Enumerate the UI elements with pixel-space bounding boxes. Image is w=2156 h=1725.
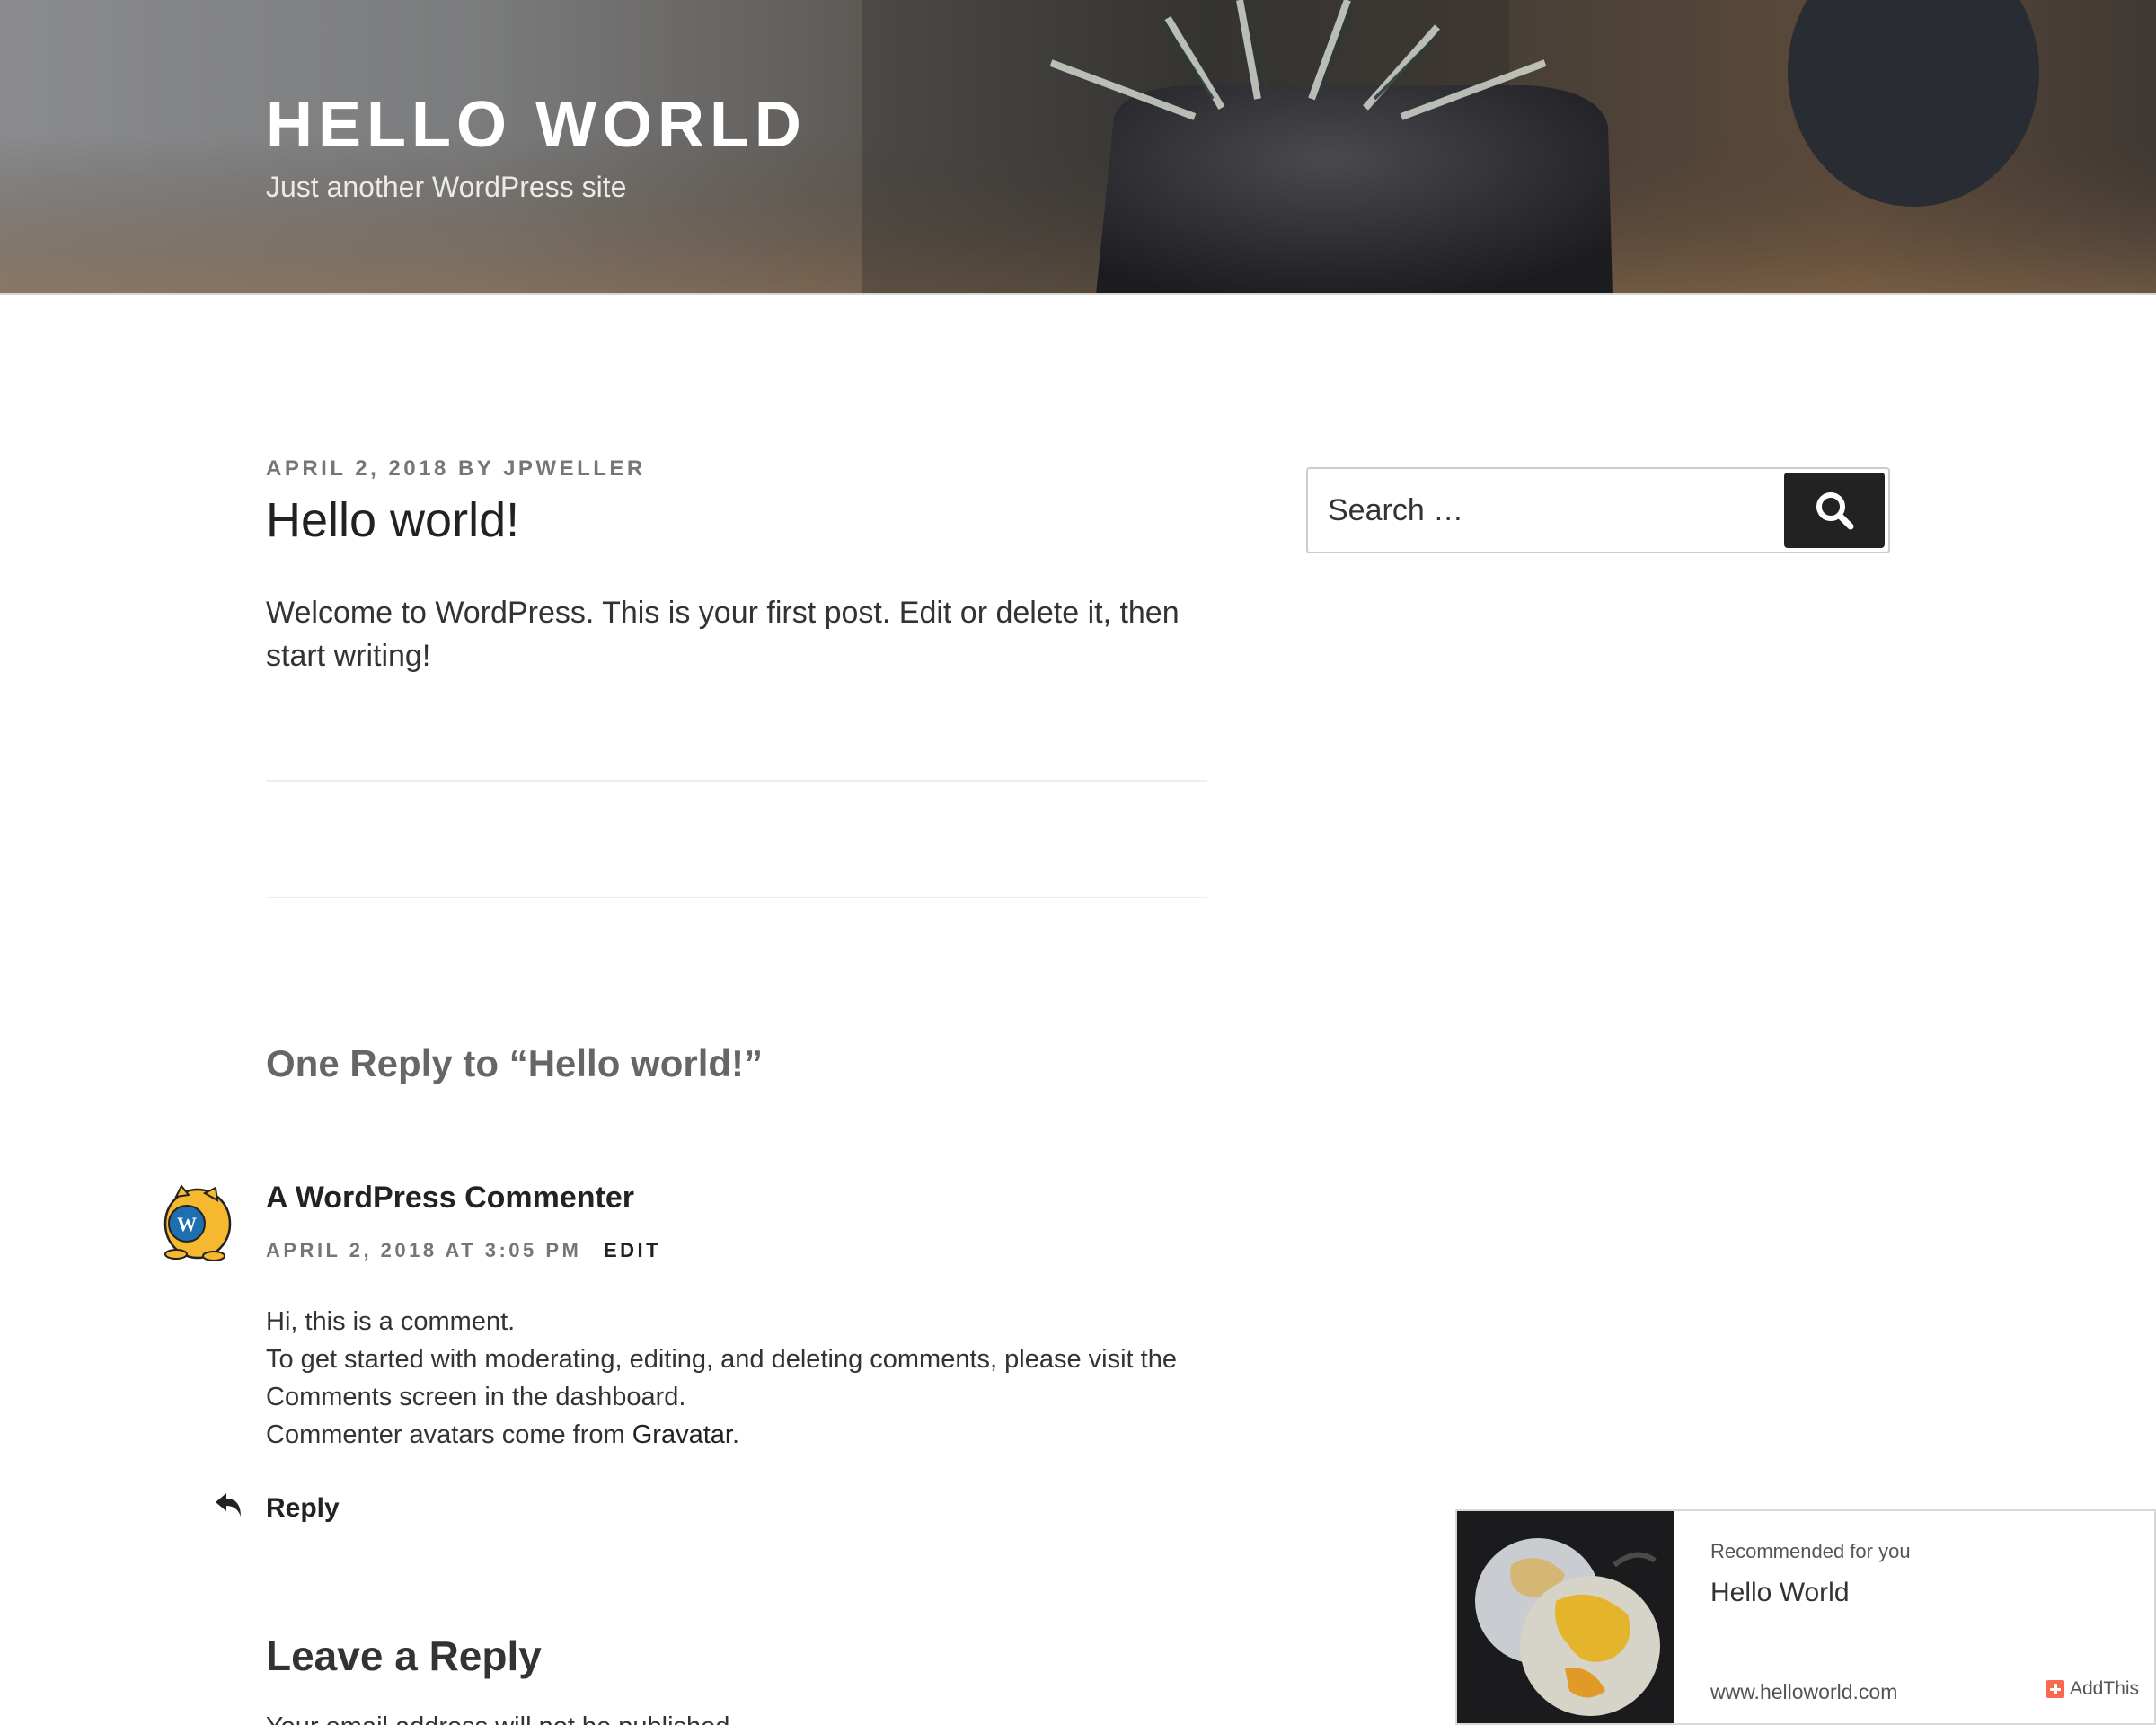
comment-notes: Your email address will not be published… bbox=[266, 1712, 737, 1725]
recommendation-url: www.helloworld.com bbox=[1710, 1680, 1898, 1703]
comment-line: Hi, this is a comment. bbox=[266, 1307, 516, 1336]
search-button[interactable] bbox=[1784, 473, 1885, 548]
globe-thumbnail bbox=[1457, 1511, 1674, 1723]
post-content: Welcome to WordPress. This is your first… bbox=[266, 596, 1180, 673]
site-description: Just another WordPress site bbox=[266, 171, 627, 203]
entry-meta: APRIL 2, 2018 BY JPWELLER bbox=[266, 456, 646, 482]
comment-body: Hi, this is a comment. To get started wi… bbox=[266, 1303, 1218, 1454]
addthis-plus-icon bbox=[2046, 1680, 2064, 1698]
comment-date[interactable]: APRIL 2, 2018 AT 3:05 PM bbox=[266, 1239, 581, 1262]
reply-arrow-icon[interactable] bbox=[214, 1491, 244, 1518]
recommendation-label: Recommended for you bbox=[1710, 1540, 1911, 1562]
post-by: BY bbox=[457, 456, 494, 481]
site-title[interactable]: HELLO WORLD bbox=[266, 88, 807, 162]
recommendation-card[interactable]: Recommended for you Hello World www.hell… bbox=[1455, 1509, 2156, 1725]
site-header: HELLO WORLD Just another WordPress site bbox=[0, 0, 2156, 295]
reply-link[interactable]: Reply bbox=[266, 1493, 340, 1524]
comment-line-end: . bbox=[731, 1420, 740, 1449]
search-icon bbox=[1816, 492, 1854, 530]
avatar: W bbox=[163, 1184, 232, 1261]
divider bbox=[266, 897, 1207, 898]
post-date[interactable]: APRIL 2, 2018 bbox=[266, 456, 449, 481]
divider bbox=[266, 780, 1207, 782]
gravatar-link[interactable]: Gravatar bbox=[632, 1420, 732, 1449]
svg-text:W: W bbox=[177, 1213, 197, 1235]
addthis-label: AddThis bbox=[2070, 1678, 2140, 1699]
addthis-brand[interactable]: AddThis bbox=[2046, 1678, 2139, 1700]
post-author[interactable]: JPWELLER bbox=[503, 456, 646, 481]
comment-line: To get started with moderating, editing,… bbox=[266, 1345, 1177, 1411]
comment-line: Commenter avatars come from Gravatar. bbox=[266, 1416, 1218, 1454]
comments-heading: One Reply to “Hello world!” bbox=[266, 1042, 764, 1084]
search-input[interactable] bbox=[1310, 471, 1777, 550]
search-form bbox=[1306, 467, 1890, 553]
comment-line-text: Commenter avatars come from bbox=[266, 1420, 625, 1449]
leave-reply-heading: Leave a Reply bbox=[266, 1632, 542, 1679]
comment-author[interactable]: A WordPress Commenter bbox=[266, 1181, 634, 1216]
comment-edit-link[interactable]: EDIT bbox=[604, 1239, 661, 1262]
post-title: Hello world! bbox=[266, 493, 520, 547]
recommendation-title[interactable]: Hello World bbox=[1710, 1578, 1850, 1608]
